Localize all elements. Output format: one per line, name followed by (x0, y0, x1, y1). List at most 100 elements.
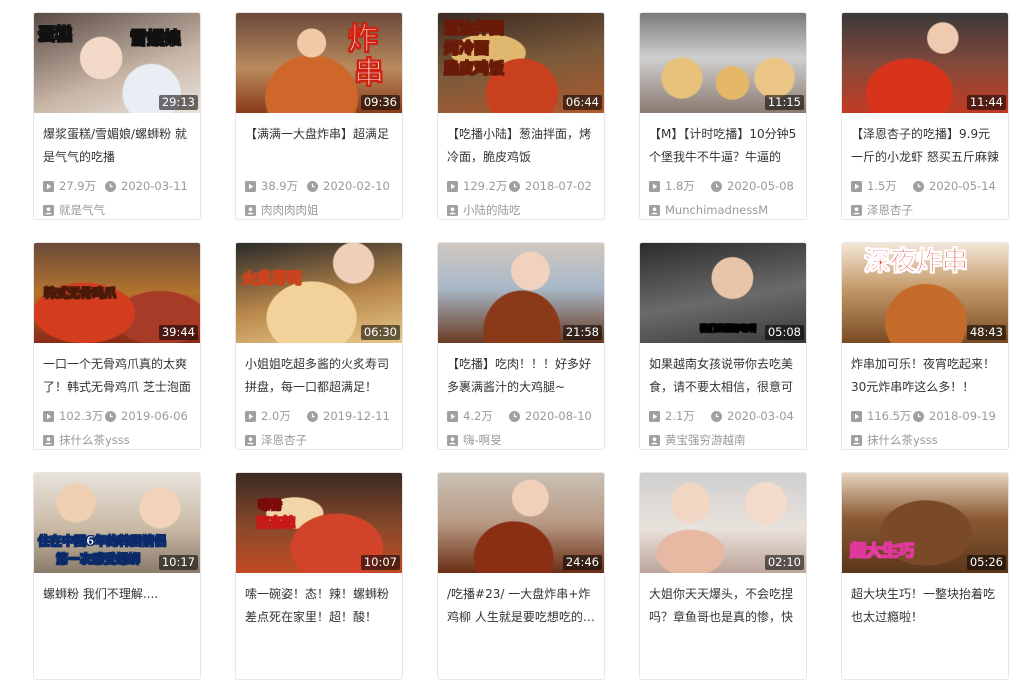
upload-date: 2020-03-11 (105, 178, 188, 194)
uploader-name[interactable]: 抹什么茶ysss (59, 432, 130, 448)
view-count-text: 38.9万 (261, 179, 299, 193)
video-title[interactable]: /吃播#23/ 一大盘炸串+炸鸡柳 人生就是要吃想吃的东西 (447, 583, 595, 629)
uploader[interactable]: 就是气气 (43, 202, 191, 218)
view-count: 4.2万 (447, 408, 505, 424)
video-card[interactable]: 超大生巧 05:26 超大块生巧！一整块抬着吃也太过瘾啦！ (841, 472, 1009, 680)
upload-date-text: 2020-03-11 (121, 179, 188, 193)
video-thumbnail[interactable]: 葱油拌面 烤冷面 脆皮鸡饭 06:44 (438, 13, 604, 113)
video-duration: 02:10 (764, 555, 804, 570)
video-card[interactable]: 嗦粉 变态辣 10:07 嗦一碗姿！态！辣！螺蛳粉差点死在家里！超！酸！ (235, 472, 403, 680)
upload-date: 2018-07-02 (509, 178, 592, 194)
upload-date-text: 2020-08-10 (525, 409, 592, 423)
video-thumbnail[interactable]: 深夜炸串 48:43 (842, 243, 1008, 343)
thumbnail-caption: 韩式无骨鸡爪 (44, 286, 117, 300)
upload-date: 2019-06-06 (105, 408, 188, 424)
clock-icon (105, 180, 116, 192)
video-card[interactable]: 11:44 【泽恩杏子的吃播】9.9元一斤的小龙虾 怒买五斤麻辣 1.5万 2020-… (841, 12, 1009, 220)
video-duration: 29:13 (158, 95, 198, 110)
view-count-text: 129.2万 (463, 179, 508, 193)
uploader-name[interactable]: 肉肉肉肉姐 (261, 202, 319, 218)
uploader[interactable]: 抹什么茶ysss (851, 432, 999, 448)
upload-date-text: 2018-07-02 (525, 179, 592, 193)
uploader[interactable]: 黄宝强穷游越南 (649, 432, 797, 448)
video-card[interactable]: 韩式无骨鸡爪 39:44 一口一个无骨鸡爪真的太爽了！韩式无骨鸡爪 芝士泡面 102.… (33, 242, 201, 450)
video-card[interactable]: 21:58 【吃播】吃肉！！！好多好多裹满酱汁的大鸡腿~ 4.2万 2020-08-1… (437, 242, 605, 450)
video-thumbnail[interactable]: 超大生巧 05:26 (842, 473, 1008, 573)
video-thumbnail[interactable]: 住在中国6年的韩国情侣 第一次感受螺蛳 10:17 (34, 473, 200, 573)
video-thumbnail[interactable]: 我们说很好吃啊 05:08 (640, 243, 806, 343)
video-card[interactable]: 24:46/吃播#23/ 一大盘炸串+炸鸡柳 人生就是要吃想吃的东西 (437, 472, 605, 680)
uploader-name[interactable]: 就是气气 (59, 202, 105, 218)
uploader[interactable]: 泽恩杏子 (851, 202, 999, 218)
video-thumbnail[interactable]: 炸串 09:36 (236, 13, 402, 113)
video-grid: 蛋糕 雪媚娘 29:13 爆浆蛋糕/雪媚娘/螺蛳粉 就是气气的吃播 27.9万 2020-… (0, 0, 1029, 680)
upload-date: 2020-05-08 (711, 178, 794, 194)
view-count-text: 116.5万 (867, 409, 912, 423)
video-card[interactable]: 葱油拌面 烤冷面 脆皮鸡饭 06:44 【吃播小陆】葱油拌面，烤冷面，脆皮鸡饭 129.2… (437, 12, 605, 220)
uploader-name[interactable]: MunchimadnessM (665, 202, 768, 218)
video-meta: 2.1万 2020-03-04 (649, 408, 797, 424)
video-thumbnail[interactable]: 11:44 (842, 13, 1008, 113)
view-count: 1.8万 (649, 178, 707, 194)
video-thumbnail[interactable]: 21:58 (438, 243, 604, 343)
video-thumbnail[interactable]: 11:15 (640, 13, 806, 113)
video-card[interactable]: 蛋糕 雪媚娘 29:13 爆浆蛋糕/雪媚娘/螺蛳粉 就是气气的吃播 27.9万 2020-… (33, 12, 201, 220)
video-thumbnail[interactable]: 火炙寿司 06:30 (236, 243, 402, 343)
video-duration: 05:08 (764, 325, 804, 340)
upload-date-text: 2018-09-19 (929, 409, 996, 423)
video-title[interactable]: 【满满一大盘炸串】超满足 (245, 123, 393, 169)
video-duration: 10:17 (158, 555, 198, 570)
uploader-name[interactable]: 小陆的陆吃 (463, 202, 521, 218)
video-card[interactable]: 我们说很好吃啊 05:08 如果越南女孩说带你去吃美食，请不要太相信，很意可 2.1万… (639, 242, 807, 450)
video-title[interactable]: 大姐你天天爆头，不会吃捏吗？章鱼哥也是真的惨，快 (649, 583, 797, 629)
video-title[interactable]: 如果越南女孩说带你去吃美食，请不要太相信，很意可 (649, 353, 797, 399)
clock-icon (913, 410, 924, 422)
video-title[interactable]: 爆浆蛋糕/雪媚娘/螺蛳粉 就是气气的吃播 (43, 123, 191, 169)
upload-date-text: 2020-02-10 (323, 179, 390, 193)
video-card[interactable]: 炸串 09:36 【满满一大盘炸串】超满足 38.9万 2020-02-10 肉肉肉肉姐 (235, 12, 403, 220)
uploader[interactable]: 肉肉肉肉姐 (245, 202, 393, 218)
video-title[interactable]: 炸串加可乐！夜宵吃起来！30元炸串咋这么多！！ (851, 353, 999, 399)
video-title[interactable]: 超大块生巧！一整块抬着吃也太过瘾啦！ (851, 583, 999, 629)
video-title[interactable]: 【M】【计时吃播】10分钟5个堡我牛不牛逼？牛逼的 (649, 123, 797, 169)
uploader[interactable]: 泽恩杏子 (245, 432, 393, 448)
video-title[interactable]: 【泽恩杏子的吃播】9.9元一斤的小龙虾 怒买五斤麻辣 (851, 123, 999, 169)
uploader[interactable]: 嗨-啊旻 (447, 432, 595, 448)
uploader-name[interactable]: 泽恩杏子 (867, 202, 913, 218)
play-icon (649, 410, 660, 422)
video-card[interactable]: 02:10 大姐你天天爆头，不会吃捏吗？章鱼哥也是真的惨，快 (639, 472, 807, 680)
video-meta: 2.0万 2019-12-11 (245, 408, 393, 424)
video-duration: 11:44 (966, 95, 1006, 110)
uploader[interactable]: 抹什么茶ysss (43, 432, 191, 448)
uploader[interactable]: 小陆的陆吃 (447, 202, 595, 218)
video-thumbnail[interactable]: 嗦粉 变态辣 10:07 (236, 473, 402, 573)
thumbnail-caption: 烤冷面 (444, 39, 490, 57)
uploader-name[interactable]: 泽恩杏子 (261, 432, 307, 448)
video-card[interactable]: 住在中国6年的韩国情侣 第一次感受螺蛳 10:17 螺蛳粉 我们不理解.... (33, 472, 201, 680)
video-title[interactable]: 一口一个无骨鸡爪真的太爽了！韩式无骨鸡爪 芝士泡面 (43, 353, 191, 399)
video-card[interactable]: 11:15 【M】【计时吃播】10分钟5个堡我牛不牛逼？牛逼的 1.8万 2020-0… (639, 12, 807, 220)
uploader-name[interactable]: 黄宝强穷游越南 (665, 432, 746, 448)
video-title[interactable]: 小姐姐吃超多酱的火炙寿司拼盘，每一口都超满足！ (245, 353, 393, 399)
view-count: 1.5万 (851, 178, 909, 194)
video-title[interactable]: 螺蛳粉 我们不理解.... (43, 583, 191, 629)
video-thumbnail[interactable]: 24:46 (438, 473, 604, 573)
thumbnail-caption: 葱油拌面 (444, 19, 505, 37)
video-thumbnail[interactable]: 韩式无骨鸡爪 39:44 (34, 243, 200, 343)
video-duration: 39:44 (158, 325, 198, 340)
uploader-name[interactable]: 嗨-啊旻 (463, 432, 502, 448)
video-title[interactable]: 【吃播小陆】葱油拌面，烤冷面，脆皮鸡饭 (447, 123, 595, 169)
user-icon (649, 434, 660, 446)
video-thumbnail[interactable]: 蛋糕 雪媚娘 29:13 (34, 13, 200, 113)
video-card[interactable]: 火炙寿司 06:30 小姐姐吃超多酱的火炙寿司拼盘，每一口都超满足！ 2.0万 2019… (235, 242, 403, 450)
play-icon (447, 180, 458, 192)
video-duration: 10:07 (360, 555, 400, 570)
video-title[interactable]: 【吃播】吃肉！！！好多好多裹满酱汁的大鸡腿~ (447, 353, 595, 399)
uploader[interactable]: MunchimadnessM (649, 202, 797, 218)
video-title[interactable]: 嗦一碗姿！态！辣！螺蛳粉差点死在家里！超！酸！ (245, 583, 393, 629)
video-thumbnail[interactable]: 02:10 (640, 473, 806, 573)
video-card[interactable]: 深夜炸串 48:43 炸串加可乐！夜宵吃起来！30元炸串咋这么多！！ 116.5万 20… (841, 242, 1009, 450)
user-icon (43, 434, 54, 446)
uploader-name[interactable]: 抹什么茶ysss (867, 432, 938, 448)
clock-icon (509, 410, 520, 422)
